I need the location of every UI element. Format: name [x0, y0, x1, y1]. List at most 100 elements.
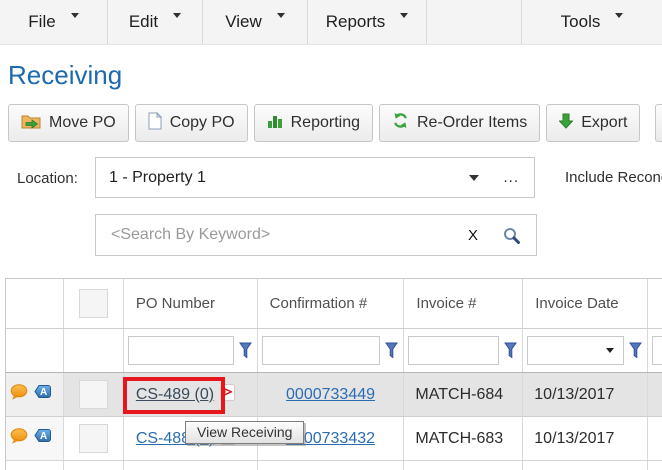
chevron-down-icon: [615, 13, 623, 18]
dropdown-arrow-icon[interactable]: [469, 175, 479, 181]
export-icon: [559, 113, 573, 134]
copy-po-icon: [148, 112, 162, 135]
search-box: X: [95, 214, 537, 256]
location-dropdown[interactable]: 1 - Property 1 ...: [95, 157, 535, 198]
sliver-cell: [523, 461, 648, 470]
auto-badge-icon[interactable]: A: [34, 428, 52, 449]
menu-edit[interactable]: Edit: [108, 0, 203, 44]
search-input[interactable]: [109, 225, 460, 245]
extra-cell: [648, 417, 662, 460]
filter-checkbox-cell: [64, 329, 124, 372]
reporting-button[interactable]: Reporting: [254, 104, 373, 142]
po-number-link[interactable]: CS-489 (0): [136, 386, 214, 404]
reorder-icon: [392, 112, 409, 134]
menu-view[interactable]: View: [203, 0, 308, 44]
menu-file-label: File: [28, 12, 55, 32]
po-filter-input[interactable]: [129, 337, 233, 364]
toolbar: Move PO Copy PO Reporting Re-Order Items…: [8, 104, 640, 142]
table-row[interactable]: A CS-489 (0) 0000733449 MATCH-684 10/13/…: [6, 373, 662, 417]
invoice-cell: MATCH-683: [404, 417, 523, 460]
filter-invoice-date-cell: [523, 329, 648, 372]
confirmation-filter-box: [262, 336, 381, 365]
confirmation-cell: 0000733449: [258, 373, 405, 416]
receiving-grid: PO Number Confirmation # Invoice # Invoi…: [5, 278, 662, 470]
pdf-arrow-icon[interactable]: [220, 384, 235, 406]
filter-extra-cell: [648, 329, 662, 372]
partial-row: [6, 461, 662, 470]
reporting-label: Reporting: [291, 114, 360, 132]
move-po-button[interactable]: Move PO: [8, 104, 129, 142]
select-all-checkbox[interactable]: [79, 289, 108, 318]
extra-cell: [648, 373, 662, 416]
funnel-icon[interactable]: [385, 342, 398, 359]
sliver-cell: [6, 461, 64, 470]
filter-confirmation-cell: [258, 329, 405, 372]
grid-header-row: PO Number Confirmation # Invoice # Invoi…: [6, 279, 662, 329]
filter-invoice-cell: [404, 329, 523, 372]
grid-filter-row: [6, 329, 662, 373]
chevron-down-icon: [71, 13, 79, 18]
move-po-label: Move PO: [49, 114, 116, 132]
extra-filter-box: [652, 336, 662, 365]
chevron-down-icon: [400, 13, 408, 18]
header-invoice-date[interactable]: Invoice Date: [523, 279, 648, 328]
invoice-filter-input[interactable]: [409, 337, 498, 364]
reporting-icon: [267, 113, 283, 134]
menu-reports[interactable]: Reports: [308, 0, 427, 44]
page-title: Receiving: [8, 60, 122, 91]
export-button[interactable]: Export: [546, 104, 640, 142]
location-browse-button[interactable]: ...: [503, 169, 519, 186]
reorder-items-button[interactable]: Re-Order Items: [379, 104, 540, 142]
receiving-screen: File Edit View Reports Tools Receiving M…: [0, 0, 662, 470]
auto-badge-icon[interactable]: A: [34, 384, 52, 405]
export-label: Export: [581, 114, 627, 132]
extra-filter-input[interactable]: [653, 337, 662, 364]
invoice-cell: MATCH-684: [404, 373, 523, 416]
row-checkbox-cell: [64, 373, 124, 416]
sliver-cell: [404, 461, 523, 470]
move-po-icon: [21, 113, 41, 134]
menu-spacer: [427, 0, 522, 44]
menu-tools-label: Tools: [561, 12, 601, 32]
reorder-items-label: Re-Order Items: [417, 114, 527, 132]
row-checkbox[interactable]: [79, 380, 108, 409]
svg-text:A: A: [40, 387, 47, 398]
funnel-icon[interactable]: [239, 342, 252, 359]
menu-tools[interactable]: Tools: [522, 0, 662, 44]
menu-file[interactable]: File: [0, 0, 108, 44]
filter-icons-cell: [6, 329, 64, 372]
chevron-down-icon: [277, 13, 285, 18]
copy-po-label: Copy PO: [170, 114, 235, 132]
row-checkbox-cell: [64, 417, 124, 460]
menu-bar: File Edit View Reports Tools: [0, 0, 662, 45]
funnel-icon[interactable]: [504, 342, 517, 359]
sliver-cell: [648, 461, 662, 470]
filter-po-cell: [124, 329, 258, 372]
partial-toolbar-button[interactable]: [655, 104, 662, 142]
location-value: 1 - Property 1: [109, 169, 469, 187]
chevron-down-icon: [173, 13, 181, 18]
dropdown-arrow-icon[interactable]: [606, 348, 614, 353]
sliver-cell: [124, 461, 258, 470]
comment-icon[interactable]: [10, 384, 28, 405]
search-clear-button[interactable]: X: [468, 227, 478, 244]
menu-view-label: View: [225, 12, 262, 32]
search-icon[interactable]: [503, 227, 520, 244]
include-reconciled-label: Include Reconc: [565, 169, 662, 186]
funnel-icon[interactable]: [629, 342, 642, 359]
confirmation-filter-input[interactable]: [263, 337, 380, 364]
header-confirmation[interactable]: Confirmation #: [258, 279, 405, 328]
row-checkbox[interactable]: [79, 424, 108, 453]
header-icons-column: [6, 279, 64, 328]
header-invoice[interactable]: Invoice #: [404, 279, 523, 328]
row-icons-cell: A: [6, 417, 64, 460]
confirmation-link[interactable]: 0000733449: [286, 386, 375, 404]
table-row[interactable]: A CS-488 (0) 0000733432 MATCH-683 10/13/…: [6, 417, 662, 461]
copy-po-button[interactable]: Copy PO: [135, 104, 248, 142]
comment-icon[interactable]: [10, 428, 28, 449]
invoice-date-filter-box[interactable]: [527, 336, 624, 365]
svg-text:A: A: [40, 431, 47, 442]
header-po-number[interactable]: PO Number: [124, 279, 258, 328]
invoice-date-filter-input[interactable]: [528, 337, 606, 364]
invoice-date-cell: 10/13/2017: [523, 373, 648, 416]
